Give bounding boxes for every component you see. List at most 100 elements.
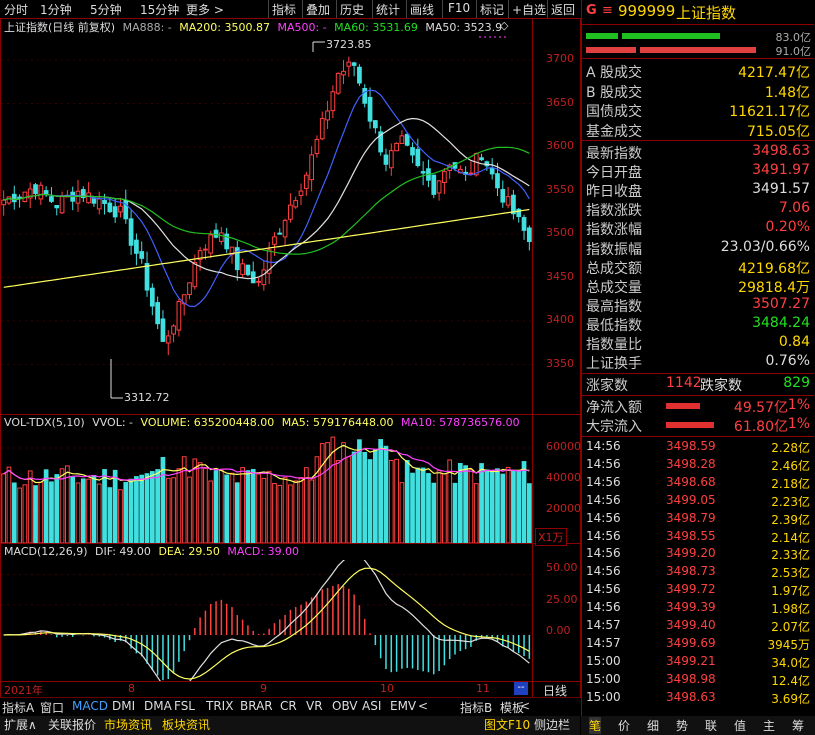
volume-bar <box>70 476 76 543</box>
quote-tab[interactable]: 势 <box>676 717 688 734</box>
volume-bar <box>123 482 129 543</box>
volume-chart[interactable] <box>1 432 532 543</box>
quote-tab[interactable]: 联 <box>705 717 717 734</box>
candlestick-chart[interactable] <box>1 34 532 414</box>
scroll-handle[interactable]: -- <box>514 682 528 695</box>
tick-volume: 12.4亿 <box>771 673 810 688</box>
volume-bar <box>378 439 384 543</box>
tab-intraday[interactable]: 分时 <box>4 1 28 18</box>
tab-market-news[interactable]: 市场资讯 <box>104 716 152 733</box>
tab-more[interactable]: 更多 > <box>186 1 224 18</box>
volume-bar <box>410 472 415 543</box>
candle <box>388 150 394 169</box>
quote-value: 29818.4万 <box>738 279 810 296</box>
indicator-tab[interactable]: < <box>418 699 428 713</box>
tab-sidebar[interactable]: 侧边栏 <box>534 716 570 733</box>
indicator-tab[interactable]: 窗口 <box>40 699 64 716</box>
macd-legend: MACD(12,26,9) DIF: 49.00 DEA: 29.50 MACD… <box>4 545 300 558</box>
overlay-button[interactable]: 叠加 <box>306 1 330 18</box>
volume-bar <box>272 482 277 543</box>
main-chart-legend: 上证指数(日线 前复权) MA888: - MA200: 3500.87 MA5… <box>4 21 503 34</box>
mark-button[interactable]: 标记 <box>480 1 504 18</box>
indicator-tab[interactable]: ASI <box>362 699 381 713</box>
tick-row: 14:56 3499.39 1.98亿 <box>582 600 814 618</box>
quote-header: G ≡ 999999 上证指数 <box>582 0 814 22</box>
indicator-tab[interactable]: 指标A <box>2 699 34 716</box>
tick-row: 14:57 3499.69 3945万 <box>582 636 814 654</box>
add-watchlist-button[interactable]: +自选 <box>512 1 546 18</box>
stat-row: 基金成交 715.05亿 <box>582 121 814 140</box>
indicator-tab[interactable]: EMV <box>390 699 416 713</box>
macd-chart[interactable] <box>1 560 532 681</box>
volume-bar <box>43 469 49 543</box>
tab-sector-news[interactable]: 板块资讯 <box>162 716 210 733</box>
badge-g: G <box>586 3 597 18</box>
history-button[interactable]: 历史 <box>340 1 364 18</box>
candle <box>203 248 208 251</box>
tick-row: 14:56 3499.20 2.33亿 <box>582 546 814 564</box>
tick-time: 14:56 <box>586 456 621 471</box>
volume-bar <box>1 473 7 543</box>
tick-price: 3498.98 <box>666 671 716 686</box>
quote-tab[interactable]: 值 <box>734 717 746 734</box>
quote-tab[interactable]: 筹 <box>792 717 804 734</box>
y-axis-label: 3400 <box>546 313 574 326</box>
quote-tab[interactable]: 主 <box>763 717 775 734</box>
volume-bar <box>75 482 81 543</box>
indicator-tab[interactable]: DMA <box>144 699 172 713</box>
quote-value: 3484.24 <box>752 314 810 331</box>
close-legend-icon[interactable]: ◇ <box>500 19 508 32</box>
candle <box>489 167 495 175</box>
tab-f10-graphic[interactable]: 图文F10 <box>484 716 530 733</box>
tick-price: 3498.73 <box>666 564 716 579</box>
menu-icon[interactable]: ≡ <box>602 3 613 18</box>
indicator-tab[interactable]: TRIX <box>206 699 233 713</box>
quote-panel: G ≡ 999999 上证指数 83.0亿 91.0亿 A 股成交 4217.47… <box>581 0 815 735</box>
indicator-tab[interactable]: FSL <box>174 699 195 713</box>
statistics-button[interactable]: 统计 <box>376 1 400 18</box>
y-axis-label: 40000 <box>546 471 581 484</box>
tick-volume: 1.98亿 <box>771 602 810 617</box>
indicator-tab[interactable]: 指标B <box>460 699 492 716</box>
tick-row: 14:56 3499.72 1.97亿 <box>582 582 814 600</box>
indicator-button[interactable]: 指标 <box>272 1 296 18</box>
tick-volume: 3945万 <box>767 637 810 652</box>
volume-bar <box>442 473 447 543</box>
indicator-tab[interactable]: CR <box>280 699 297 713</box>
volume-bar <box>415 467 421 543</box>
back-button[interactable]: 返回 <box>551 1 575 18</box>
volume-bar <box>22 484 28 543</box>
indicator-tab[interactable]: OBV <box>332 699 358 713</box>
candle <box>102 200 107 204</box>
tab-5min[interactable]: 5分钟 <box>90 1 122 18</box>
quote-tab[interactable]: 细 <box>647 717 659 734</box>
tab-1min[interactable]: 1分钟 <box>40 1 72 18</box>
indicator-tab[interactable]: < <box>520 699 530 713</box>
volume-bar <box>11 482 17 543</box>
tab-15min[interactable]: 15分钟 <box>140 1 179 18</box>
f10-button[interactable]: F10 <box>448 1 470 15</box>
tick-volume: 2.33亿 <box>771 548 810 563</box>
indicator-tab[interactable]: MACD <box>72 699 108 713</box>
quote-value: 0.76% <box>765 353 810 370</box>
quote-tab[interactable]: 价 <box>618 717 630 734</box>
volume-bar <box>473 483 479 543</box>
tab-expand[interactable]: 扩展∧ <box>4 716 37 733</box>
indicator-tab[interactable]: VR <box>306 699 323 713</box>
stock-code: 999999 <box>618 2 676 20</box>
tab-related-quotes[interactable]: 关联报价 <box>48 716 96 733</box>
volume-bar <box>293 480 299 543</box>
volume-bar <box>203 467 208 543</box>
y-axis-label: 3350 <box>546 356 574 370</box>
candle <box>394 142 399 152</box>
draw-line-button[interactable]: 画线 <box>410 1 434 18</box>
candle <box>298 190 304 196</box>
quote-row: 总成交额 4219.68亿 <box>582 258 814 277</box>
candle <box>500 189 506 203</box>
y-axis-label: 3700 <box>546 52 574 65</box>
quote-tab[interactable]: 笔 <box>589 717 602 734</box>
tick-row: 14:56 3498.73 2.53亿 <box>582 564 814 582</box>
indicator-tab[interactable]: DMI <box>112 699 135 713</box>
volume-bar <box>187 476 192 543</box>
indicator-tab[interactable]: BRAR <box>240 699 273 713</box>
